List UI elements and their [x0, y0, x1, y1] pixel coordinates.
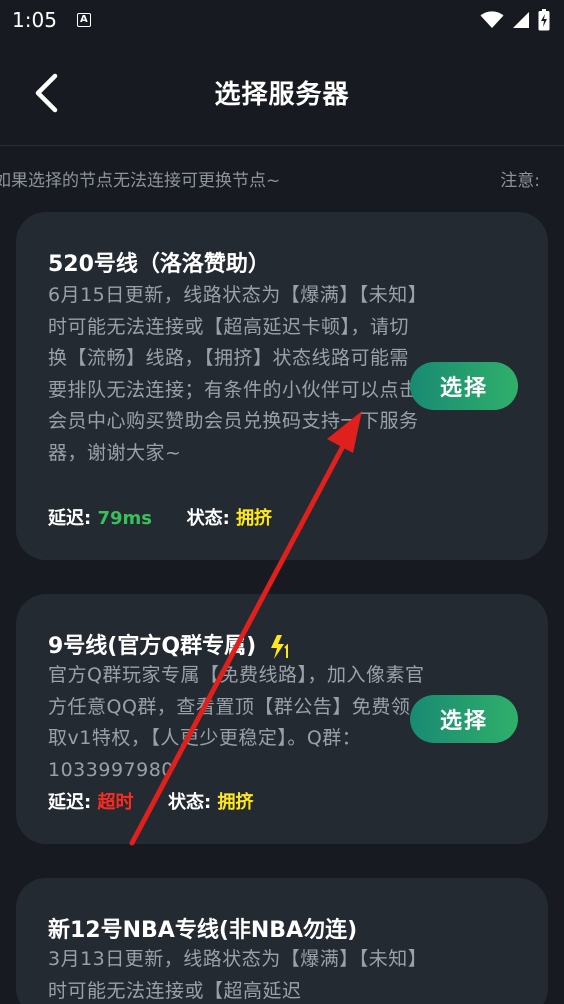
- select-button[interactable]: 选择: [410, 362, 518, 410]
- notice-text: 如果选择的节点无法连接可更换节点~: [0, 171, 281, 191]
- status-label: 状态:: [186, 508, 230, 529]
- server-meta: 延迟: 79ms 状态: 拥挤: [48, 504, 272, 530]
- status-label: 状态:: [168, 792, 212, 813]
- notification-a-icon: A: [76, 13, 91, 27]
- server-name: 520号线（洛洛赞助）: [48, 252, 270, 277]
- server-name: 新12号NBA专线(非NBA勿连): [48, 918, 358, 943]
- latency-value: 超时: [97, 792, 134, 813]
- server-description: 官方Q群玩家专属【免费线路】，加入像素官方任意QQ群，查看置顶【群公告】免费领取…: [48, 664, 425, 781]
- wifi-icon: [480, 11, 504, 28]
- select-button[interactable]: 选择: [410, 695, 518, 743]
- status-icons: [480, 9, 550, 31]
- status-value: 拥挤: [236, 508, 273, 529]
- server-description: 6月15日更新，线路状态为【爆满】【未知】时可能无法连接或【超高延迟卡顿】，请切…: [48, 284, 419, 464]
- server-name: 9号线(官方Q群专属): [48, 628, 292, 660]
- server-card: 9号线(官方Q群专属) 官方Q群玩家专属【免费线路】，加入像素官方任意QQ群，查…: [16, 594, 548, 844]
- status-bar: 1:05 A: [0, 0, 564, 40]
- status-time: 1:05: [12, 8, 57, 32]
- latency-label: 延迟:: [48, 792, 92, 813]
- notice-marquee: 如果选择的节点无法连接可更换节点~ 注意:: [0, 160, 564, 196]
- server-card: 520号线（洛洛赞助） 6月15日更新，线路状态为【爆满】【未知】时可能无法连接…: [16, 212, 548, 560]
- latency-value: 79ms: [97, 508, 153, 529]
- notice-label: 注意:: [500, 171, 540, 191]
- battery-icon: [538, 9, 550, 31]
- status-value: 拥挤: [217, 792, 254, 813]
- signal-icon: [513, 12, 529, 28]
- header-bar: 选择服务器: [0, 40, 564, 146]
- server-name-text: 9号线(官方Q群专属): [48, 634, 257, 659]
- latency-label: 延迟:: [48, 508, 92, 529]
- server-card: 新12号NBA专线(非NBA勿连) 3月13日更新，线路状态为【爆满】【未知】时…: [16, 878, 548, 1004]
- page-title: 选择服务器: [214, 80, 350, 110]
- vip-bolt-icon: [270, 635, 288, 659]
- server-description: 3月13日更新，线路状态为【爆满】【未知】时可能无法连接或【超高延迟: [48, 948, 418, 1002]
- server-meta: 延迟: 超时 状态: 拥挤: [48, 788, 254, 814]
